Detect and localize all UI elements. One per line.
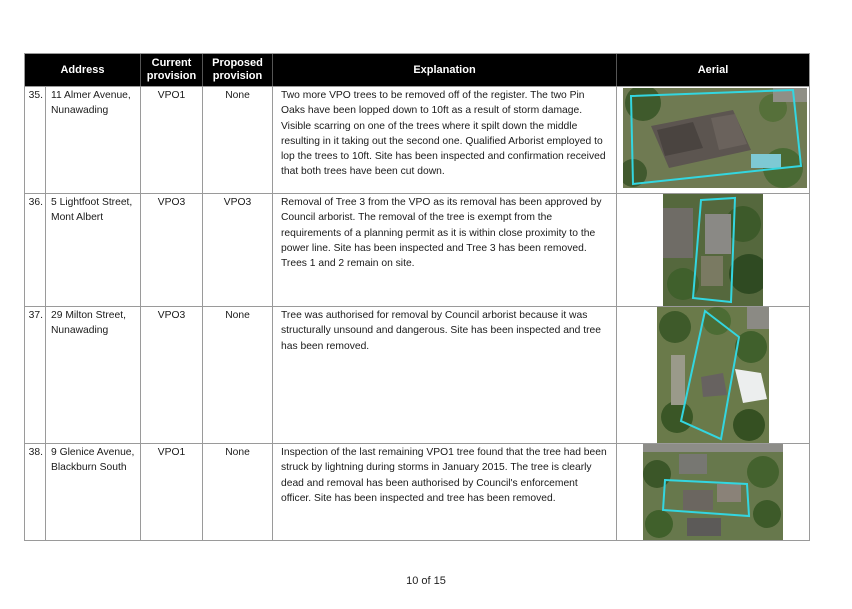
header-explanation: Explanation [273, 54, 617, 86]
aerial-photo [657, 307, 769, 443]
row-proposed-provision: None [203, 444, 273, 540]
row-address: 11 Almer Avenue, Nunawading [46, 87, 141, 193]
table-row: 37. 29 Milton Street, Nunawading VPO3 No… [25, 306, 809, 443]
row-address: 5 Lightfoot Street, Mont Albert [46, 194, 141, 306]
row-aerial-cell [617, 194, 809, 306]
table-row: 35. 11 Almer Avenue, Nunawading VPO1 Non… [25, 86, 809, 193]
header-current-provision: Current provision [141, 54, 203, 86]
row-proposed-provision: VPO3 [203, 194, 273, 306]
row-explanation: Inspection of the last remaining VPO1 tr… [273, 444, 617, 540]
row-proposed-provision: None [203, 307, 273, 443]
page-number: 10 of 15 [406, 575, 446, 587]
row-explanation: Tree was authorised for removal by Counc… [273, 307, 617, 443]
row-current-provision: VPO1 [141, 87, 203, 193]
row-number: 38. [25, 444, 46, 540]
row-explanation: Two more VPO trees to be removed off of … [273, 87, 617, 193]
row-explanation: Removal of Tree 3 from the VPO as its re… [273, 194, 617, 306]
row-aerial-cell [617, 87, 809, 193]
header-address: Address [25, 54, 141, 86]
vpo-table: Address Current provision Proposed provi… [24, 53, 810, 541]
row-current-provision: VPO3 [141, 194, 203, 306]
row-proposed-provision: None [203, 87, 273, 193]
row-number: 37. [25, 307, 46, 443]
header-aerial: Aerial [697, 63, 729, 76]
row-address: 29 Milton Street, Nunawading [46, 307, 141, 443]
aerial-photo [643, 444, 783, 540]
table-row: 38. 9 Glenice Avenue, Blackburn South VP… [25, 443, 809, 540]
row-address: 9 Glenice Avenue, Blackburn South [46, 444, 141, 540]
row-current-provision: VPO1 [141, 444, 203, 540]
aerial-photo [663, 194, 763, 306]
row-aerial-cell [617, 444, 809, 540]
row-number: 36. [25, 194, 46, 306]
row-aerial-cell [617, 307, 809, 443]
row-number: 35. [25, 87, 46, 193]
table-row: 36. 5 Lightfoot Street, Mont Albert VPO3… [25, 193, 809, 306]
aerial-photo [623, 88, 807, 188]
table-header: Address Current provision Proposed provi… [25, 54, 809, 86]
header-proposed-provision: Proposed provision [203, 54, 273, 86]
row-current-provision: VPO3 [141, 307, 203, 443]
